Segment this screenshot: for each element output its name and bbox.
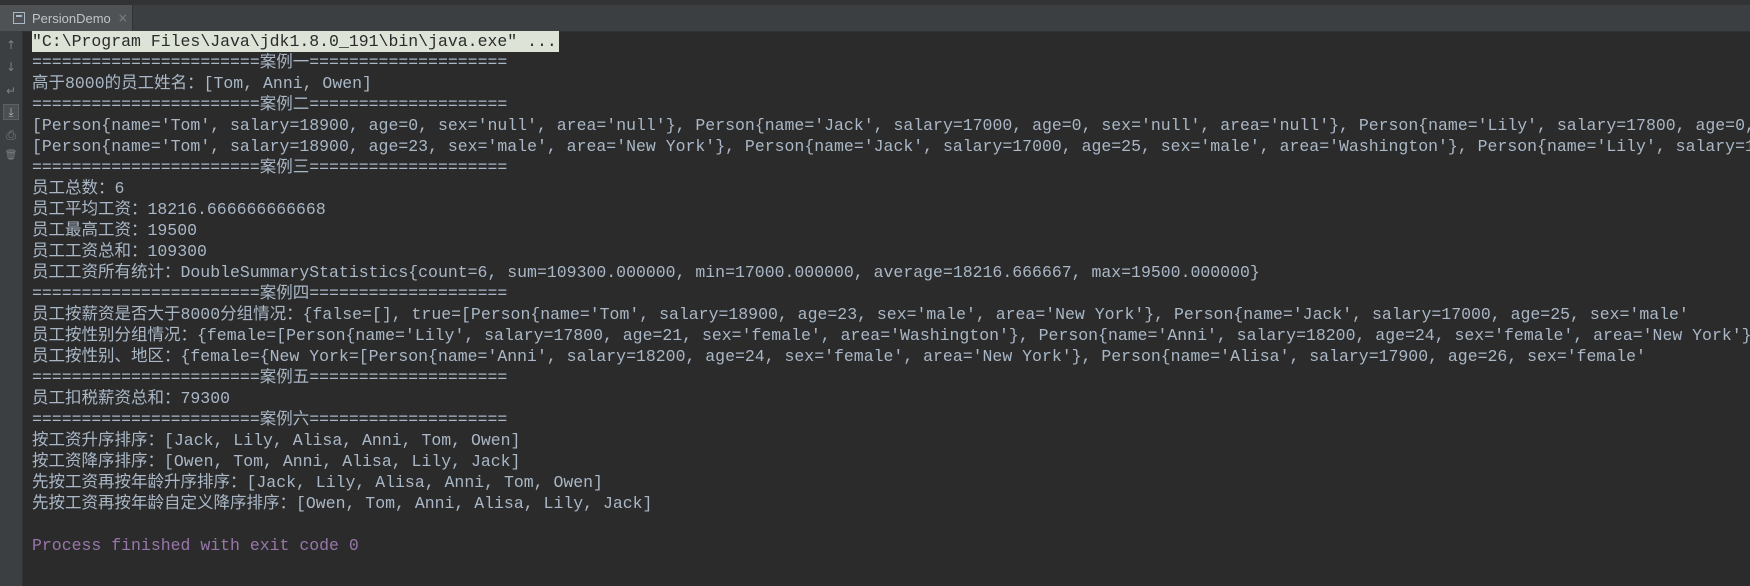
console-line: 先按工资再按年龄自定义降序排序：[Owen, Tom, Anni, Alisa,… — [32, 494, 653, 513]
console-command-line: "C:\Program Files\Java\jdk1.8.0_191\bin\… — [32, 31, 559, 52]
console-toolbar: ↑ ↓ ↵ ⤓ ⎙ 🗑 — [0, 31, 23, 586]
tab-title: PersionDemo — [32, 10, 111, 26]
console-output[interactable]: "C:\Program Files\Java\jdk1.8.0_191\bin\… — [32, 31, 1750, 586]
console-line: [Person{name='Tom', salary=18900, age=0,… — [32, 116, 1750, 135]
trash-icon[interactable]: 🗑 — [3, 148, 19, 164]
console-line: 员工扣税薪资总和：79300 — [32, 389, 231, 408]
console-line: 员工最高工资：19500 — [32, 221, 198, 240]
console-line: =======================案例二==============… — [32, 95, 508, 114]
run-tab-bar: PersionDemo × — [0, 0, 1750, 32]
scroll-to-end-icon[interactable]: ⤓ — [3, 104, 19, 120]
console-line: 员工平均工资：18216.666666666668 — [32, 200, 326, 219]
console-line: 按工资升序排序：[Jack, Lily, Alisa, Anni, Tom, O… — [32, 431, 521, 450]
console-line: =======================案例四==============… — [32, 284, 508, 303]
console-line: =======================案例五==============… — [32, 368, 508, 387]
print-icon[interactable]: ⎙ — [3, 127, 19, 143]
console-line: =======================案例一==============… — [32, 53, 508, 72]
console-line: 员工按性别、地区：{female={New York=[Person{name=… — [32, 347, 1646, 366]
console-line: 员工按性别分组情况：{female=[Person{name='Lily', s… — [32, 326, 1750, 345]
console-line: 员工工资所有统计：DoubleSummaryStatistics{count=6… — [32, 263, 1260, 282]
console-line: 员工工资总和：109300 — [32, 242, 207, 261]
console-line: [Person{name='Tom', salary=18900, age=23… — [32, 137, 1750, 156]
console-line: 高于8000的员工姓名：[Tom, Anni, Owen] — [32, 74, 372, 93]
arrow-down-icon[interactable]: ↓ — [3, 59, 19, 75]
console-window-icon — [13, 12, 25, 24]
ide-run-window: PersionDemo × ↑ ↓ ↵ ⤓ ⎙ 🗑 "C:\Program Fi… — [0, 0, 1750, 586]
console-line: 员工总数：6 — [32, 179, 125, 198]
console-line: 先按工资再按年龄升序排序：[Jack, Lily, Alisa, Anni, T… — [32, 473, 603, 492]
tab-persiondemo[interactable]: PersionDemo × — [0, 5, 133, 31]
console-line: =======================案例六==============… — [32, 410, 508, 429]
tab-bar-strip — [0, 0, 1750, 5]
soft-wrap-icon[interactable]: ↵ — [3, 83, 19, 99]
console-line: 按工资降序排序：[Owen, Tom, Anni, Alisa, Lily, J… — [32, 452, 521, 471]
process-exit-message: Process finished with exit code 0 — [32, 536, 359, 555]
arrow-up-icon[interactable]: ↑ — [3, 37, 19, 53]
console-line: =======================案例三==============… — [32, 158, 508, 177]
close-icon[interactable]: × — [118, 11, 128, 25]
console-line: 员工按薪资是否大于8000分组情况：{false=[], true=[Perso… — [32, 305, 1689, 324]
